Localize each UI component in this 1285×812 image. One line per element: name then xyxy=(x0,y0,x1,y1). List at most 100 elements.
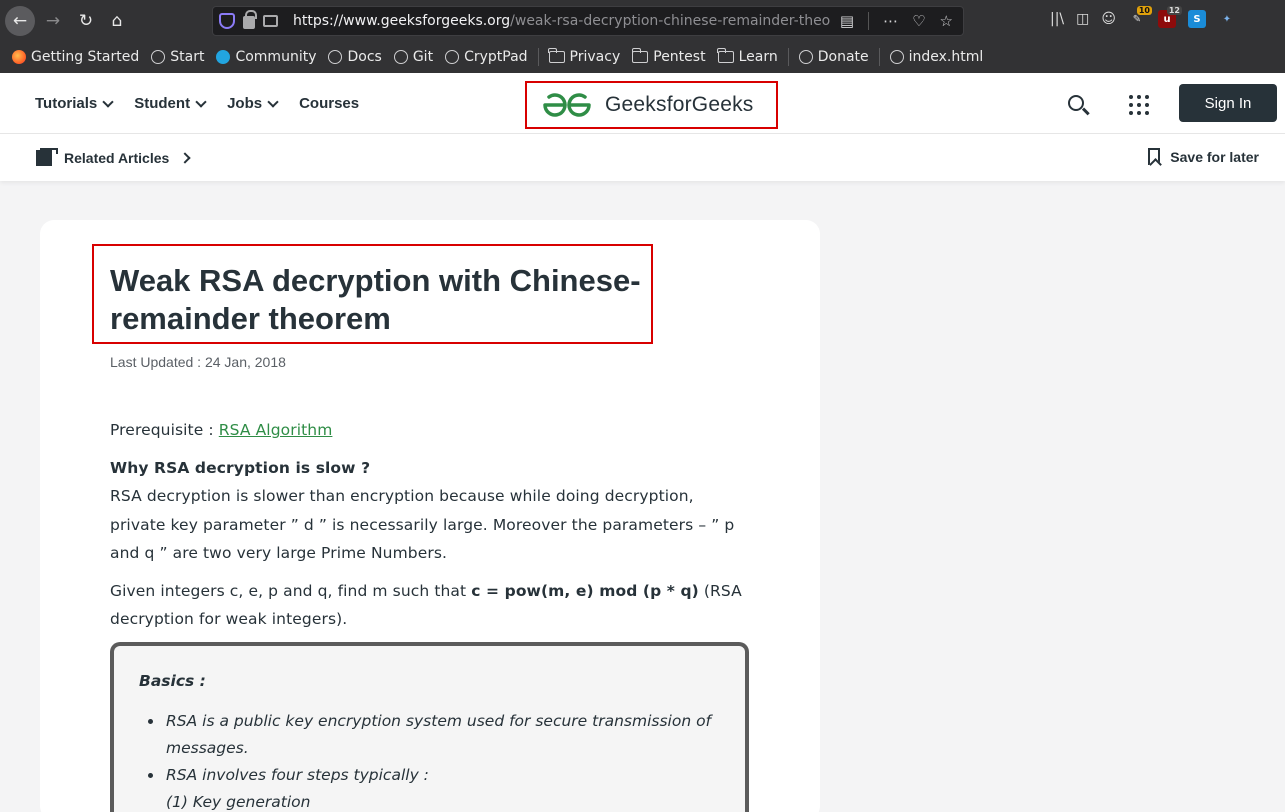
globe-icon xyxy=(445,50,460,64)
bookmark-label: Pentest xyxy=(653,49,706,65)
formula: c = pow(m, e) mod (p * q) xyxy=(471,581,699,600)
menu-label: Jobs xyxy=(227,95,263,112)
bookmark-icon xyxy=(1148,148,1161,165)
address-bar[interactable]: https://www.geeksforgeeks.org/weak-rsa-d… xyxy=(212,6,964,36)
section-heading: Why RSA decryption is slow ? xyxy=(110,458,371,477)
browser-toolbar: ← → ↻ ⌂ https://www.geeksforgeeks.org/we… xyxy=(0,0,1285,42)
related-articles-label: Related Articles xyxy=(64,150,170,166)
problem-statement: Given integers c, e, p and q, find m suc… xyxy=(110,577,750,634)
url-divider xyxy=(868,12,870,30)
apps-grid-icon[interactable] xyxy=(1129,95,1149,115)
sign-in-button[interactable]: Sign In xyxy=(1179,84,1277,122)
browser-chrome: ← → ↻ ⌂ https://www.geeksforgeeks.org/we… xyxy=(0,0,1285,73)
bookmark-label: Community xyxy=(235,49,317,65)
menu-jobs[interactable]: Jobs xyxy=(227,95,279,112)
article-title: Weak RSA decryption with Chinese-remaind… xyxy=(110,263,641,336)
bookmark-label: Git xyxy=(412,49,434,65)
chevron-down-icon xyxy=(102,95,114,108)
lock-icon[interactable] xyxy=(243,10,257,29)
ublock-icon[interactable]: u 12 xyxy=(1158,6,1182,28)
menu-label: Tutorials xyxy=(35,95,98,112)
globe-icon xyxy=(328,50,343,64)
bookmark-start[interactable]: Start xyxy=(151,49,204,65)
s-extension-icon[interactable]: S xyxy=(1188,10,1206,28)
bookmark-label: Getting Started xyxy=(31,49,140,65)
menu-courses[interactable]: Courses xyxy=(299,95,359,112)
prerequisite-label: Prerequisite : xyxy=(110,421,219,439)
article-card: Weak RSA decryption with Chinese-remaind… xyxy=(40,220,820,812)
search-icon[interactable] xyxy=(1068,95,1084,111)
url-path: /weak-rsa-decryption-chinese-remainder-t… xyxy=(510,13,831,29)
bookmark-folder-learn[interactable]: Learn xyxy=(717,48,778,65)
save-for-later-button[interactable]: Save for later xyxy=(1148,148,1259,165)
folder-icon xyxy=(631,48,649,63)
url-text[interactable]: https://www.geeksforgeeks.org/weak-rsa-d… xyxy=(293,13,838,29)
bookmark-docs[interactable]: Docs xyxy=(328,49,382,65)
bookmark-index-html[interactable]: index.html xyxy=(889,49,984,65)
bookmark-community[interactable]: Community xyxy=(216,49,316,65)
list-item: RSA involves four steps typically : (1) K… xyxy=(164,762,724,812)
menu-label: Student xyxy=(134,95,191,112)
paragraph: RSA decryption is slower than encryption… xyxy=(110,487,735,562)
tracking-protection-icon[interactable] xyxy=(219,13,235,29)
article-subbar: Related Articles Save for later xyxy=(0,134,1285,181)
globe-icon xyxy=(393,50,408,64)
bookmark-cryptpad[interactable]: CryptPad xyxy=(445,49,528,65)
basics-box: Basics : RSA is a public key encryption … xyxy=(110,642,749,812)
gfg-logo-icon xyxy=(543,93,591,117)
bookmark-star-icon[interactable]: ☆ xyxy=(940,12,953,30)
main-menu: Tutorials Student Jobs Courses xyxy=(35,95,359,112)
bookmark-separator xyxy=(878,48,880,66)
globe-icon xyxy=(798,50,813,64)
extension-badge: 10 xyxy=(1136,6,1152,15)
article-body: Prerequisite : RSA Algorithm Why RSA dec… xyxy=(110,416,750,643)
chevron-right-icon xyxy=(179,152,191,164)
menu-student[interactable]: Student xyxy=(134,95,207,112)
forward-icon[interactable]: → xyxy=(39,7,67,35)
chevron-down-icon xyxy=(195,95,207,108)
translate-icon[interactable]: ✦ xyxy=(1218,10,1236,28)
library-icon[interactable]: ||\ xyxy=(1050,11,1064,27)
related-articles-button[interactable]: Related Articles xyxy=(36,148,191,168)
menu-label: Courses xyxy=(299,95,360,112)
list-item-text: RSA involves four steps typically : xyxy=(166,766,429,784)
bookmark-label: Docs xyxy=(347,49,382,65)
firefox-icon xyxy=(12,50,26,64)
rsa-algorithm-link[interactable]: RSA Algorithm xyxy=(219,421,333,439)
permissions-icon[interactable] xyxy=(263,15,278,27)
chevron-down-icon xyxy=(267,95,279,108)
back-icon[interactable]: ← xyxy=(5,6,35,36)
sidebar-icon[interactable]: ◫ xyxy=(1076,11,1089,27)
extension-icon[interactable]: ✎ 10 xyxy=(1128,6,1152,28)
folder-icon xyxy=(548,48,565,63)
pocket-icon[interactable]: ♡ xyxy=(912,12,925,30)
bookmark-folder-pentest[interactable]: Pentest xyxy=(631,48,706,65)
bookmark-git[interactable]: Git xyxy=(393,49,434,65)
home-icon[interactable]: ⌂ xyxy=(103,7,131,35)
bookmark-folder-privacy[interactable]: Privacy xyxy=(548,48,620,65)
reload-icon[interactable]: ↻ xyxy=(72,7,100,35)
bookmark-label: CryptPad xyxy=(464,49,528,65)
menu-tutorials[interactable]: Tutorials xyxy=(35,95,114,112)
bookmark-separator xyxy=(787,48,789,66)
bookmark-separator xyxy=(537,48,539,66)
url-host: https://www.geeksforgeeks.org xyxy=(293,13,511,29)
ublock-badge: 12 xyxy=(1166,6,1182,15)
account-icon[interactable]: ☺ xyxy=(1101,11,1116,27)
reader-view-icon[interactable]: ▤ xyxy=(840,12,854,30)
site-logo[interactable]: GeeksforGeeks xyxy=(525,81,778,129)
bookmark-label: Learn xyxy=(738,49,778,65)
logo-text: GeeksforGeeks xyxy=(605,93,754,116)
site-header: Tutorials Student Jobs Courses GeeksforG… xyxy=(0,73,1285,134)
bookmark-donate[interactable]: Donate xyxy=(798,49,869,65)
articles-icon xyxy=(36,148,58,168)
folder-icon xyxy=(717,48,734,63)
list-item: RSA is a public key encryption system us… xyxy=(164,708,724,762)
save-for-later-label: Save for later xyxy=(1170,148,1259,165)
basics-title: Basics : xyxy=(139,672,206,690)
bookmarks-toolbar: Getting Started Start Community Docs Git… xyxy=(0,42,1285,72)
bookmark-label: index.html xyxy=(908,49,984,65)
bookmark-label: Donate xyxy=(817,49,869,65)
bookmark-getting-started[interactable]: Getting Started xyxy=(12,49,139,65)
page-actions-icon[interactable]: ⋯ xyxy=(883,12,898,30)
